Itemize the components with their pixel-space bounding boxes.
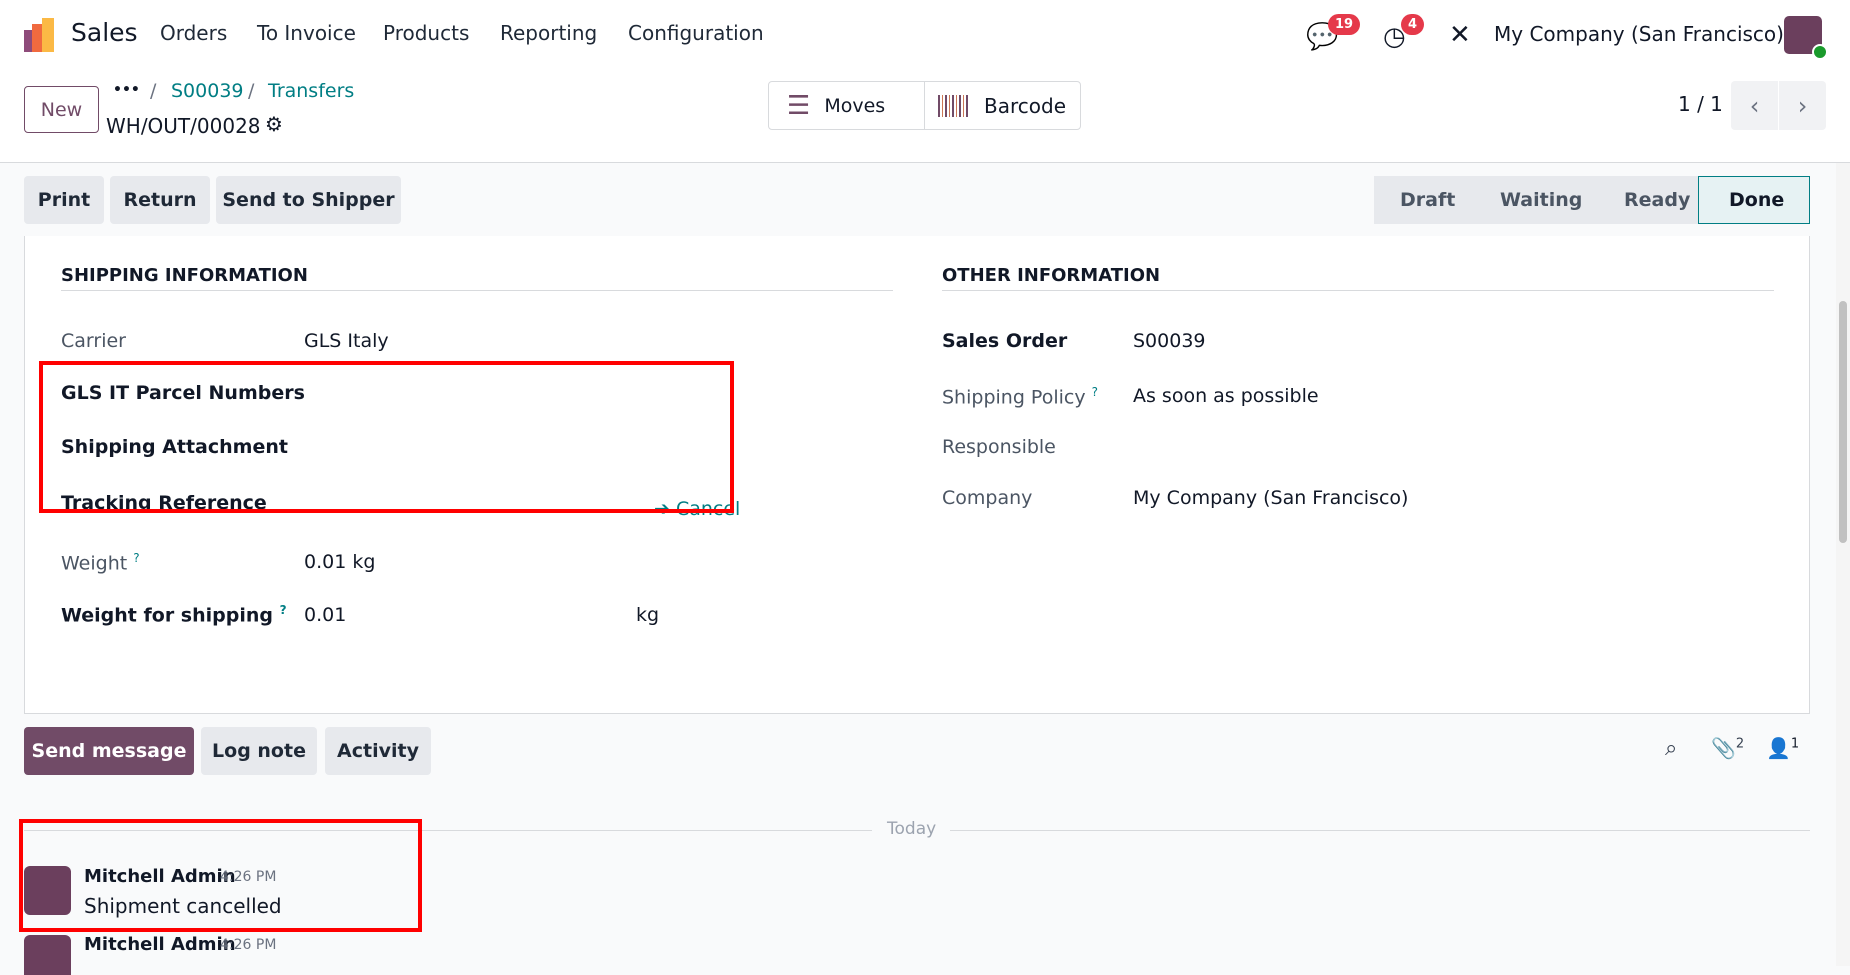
help-icon[interactable]: ?	[1092, 385, 1098, 399]
sales-order-label: Sales Order	[942, 330, 1068, 352]
pager-value[interactable]: 1 / 1	[1678, 92, 1723, 116]
sales-order-value[interactable]: S00039	[1133, 330, 1206, 352]
list-icon: ☰	[787, 90, 811, 121]
highlight-box-shipping-fields	[39, 361, 734, 513]
carrier-value[interactable]: GLS Italy	[304, 330, 389, 352]
search-icon[interactable]: ⌕	[1665, 736, 1677, 761]
status-draft[interactable]: Draft	[1400, 176, 1455, 224]
shipping-information-heading: SHIPPING INFORMATION	[61, 265, 308, 286]
followers-count: 1	[1790, 736, 1800, 752]
scrollbar[interactable]	[1836, 163, 1850, 966]
weight-for-shipping-unit: kg	[636, 604, 660, 626]
message-time: 4:26 PM	[220, 937, 277, 953]
shipping-policy-text: Shipping Policy	[942, 386, 1086, 409]
send-to-shipper-button[interactable]: Send to Shipper	[216, 176, 401, 224]
activities-badge: 4	[1401, 14, 1425, 35]
menu-orders[interactable]: Orders	[160, 21, 227, 45]
followers-icon[interactable]: 👤1	[1766, 736, 1799, 760]
weight-label: Weight ?	[61, 551, 140, 574]
control-panel: New ••• / S00039 / Transfers WH/OUT/0002…	[0, 68, 1850, 163]
smart-buttons: ☰ Moves Barcode	[768, 81, 1081, 130]
menu-configuration[interactable]: Configuration	[628, 21, 764, 45]
tools-icon[interactable]: ✕	[1449, 20, 1471, 50]
divider	[950, 830, 1810, 831]
activities-button[interactable]: ◷ 4	[1383, 14, 1425, 52]
other-information-heading: OTHER INFORMATION	[942, 265, 1161, 286]
divider	[942, 290, 1774, 291]
breadcrumb-more[interactable]: •••	[113, 82, 140, 98]
attachments-count: 2	[1735, 736, 1745, 752]
weight-value: 0.01 kg	[304, 551, 375, 573]
record-name: WH/OUT/00028	[106, 114, 261, 138]
app-name[interactable]: Sales	[71, 18, 138, 47]
menu-reporting[interactable]: Reporting	[500, 21, 597, 45]
barcode-button[interactable]: Barcode	[926, 82, 1081, 129]
company-switcher[interactable]: My Company (San Francisco)	[1494, 22, 1784, 46]
paperclip-icon[interactable]: 📎2	[1711, 736, 1744, 760]
breadcrumb-s00039[interactable]: S00039	[171, 80, 244, 102]
return-button[interactable]: Return	[110, 176, 210, 224]
print-button[interactable]: Print	[24, 176, 104, 224]
menu-products[interactable]: Products	[383, 21, 469, 45]
send-message-button[interactable]: Send message	[24, 727, 194, 775]
pager-previous-icon[interactable]: ‹	[1731, 81, 1778, 130]
activity-button[interactable]: Activity	[325, 727, 431, 775]
status-ready[interactable]: Ready	[1624, 176, 1690, 224]
divider	[61, 290, 893, 291]
user-avatar[interactable]	[1784, 16, 1828, 60]
weight-for-shipping-input[interactable]: 0.01	[304, 604, 346, 626]
weight-for-shipping-text: Weight for shipping	[61, 604, 273, 627]
weight-for-shipping-label: Weight for shipping ?	[61, 603, 287, 626]
status-waiting[interactable]: Waiting	[1500, 176, 1582, 224]
online-status-icon	[1812, 44, 1828, 60]
status-done[interactable]: Done	[1698, 176, 1810, 224]
company-value-link[interactable]: My Company (San Francisco)	[1133, 487, 1408, 509]
responsible-label: Responsible	[942, 436, 1056, 458]
status-bar: Draft Waiting Ready Done	[1374, 176, 1810, 224]
help-icon[interactable]: ?	[133, 551, 139, 565]
messages-button[interactable]: 💬 19	[1306, 14, 1361, 52]
moves-button[interactable]: ☰ Moves	[769, 82, 925, 129]
scrollbar-thumb[interactable]	[1839, 301, 1847, 543]
weight-number: 0.01	[304, 551, 347, 573]
pager-next-icon[interactable]: ›	[1779, 81, 1826, 130]
shipping-policy-value[interactable]: As soon as possible	[1133, 385, 1319, 407]
company-label: Company	[942, 487, 1033, 509]
barcode-label: Barcode	[984, 93, 1066, 118]
new-button[interactable]: New	[24, 86, 99, 133]
log-note-button[interactable]: Log note	[201, 727, 317, 775]
moves-label: Moves	[824, 94, 886, 117]
help-icon[interactable]: ?	[280, 603, 287, 617]
menu-to-invoice[interactable]: To Invoice	[257, 21, 356, 45]
carrier-label: Carrier	[61, 330, 126, 352]
weight-unit: kg	[352, 551, 376, 573]
weight-label-text: Weight	[61, 552, 128, 575]
top-navbar: Sales Orders To Invoice Products Reporti…	[0, 0, 1850, 68]
messages-badge: 19	[1328, 14, 1361, 35]
date-separator-today: Today	[887, 819, 937, 839]
highlight-box-message	[19, 819, 422, 932]
breadcrumb-transfers[interactable]: Transfers	[268, 80, 354, 102]
message-author[interactable]: Mitchell Admin	[84, 934, 236, 955]
author-avatar[interactable]	[24, 935, 71, 975]
gear-icon[interactable]: ⚙	[265, 112, 283, 136]
barcode-icon	[938, 94, 970, 117]
sales-app-logo-icon[interactable]	[24, 18, 56, 52]
shipping-policy-label: Shipping Policy ?	[942, 385, 1098, 408]
